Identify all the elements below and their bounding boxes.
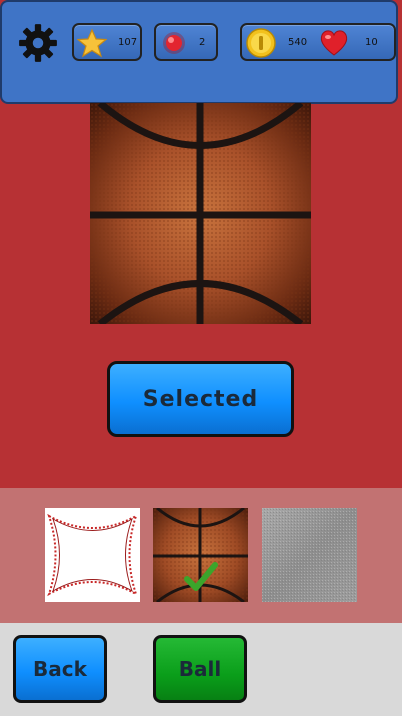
- gems-count: 2: [199, 37, 206, 48]
- gems-counter: 2: [154, 23, 218, 61]
- ball-button[interactable]: Ball: [153, 635, 247, 703]
- coins-lives-counter: 540 10: [240, 23, 396, 61]
- basketball-texture: [90, 103, 311, 324]
- bottom-bar: Back Ball: [0, 623, 402, 716]
- back-button[interactable]: Back: [13, 635, 107, 703]
- ball-option-baseball[interactable]: [45, 508, 140, 602]
- star-icon: [77, 28, 107, 58]
- ball-picker: [0, 488, 402, 623]
- coins-count: 540: [288, 37, 308, 48]
- lives-count: 10: [365, 37, 378, 48]
- metal-texture: [262, 508, 357, 602]
- ball-option-metal[interactable]: [262, 508, 357, 602]
- checkmark-icon: [184, 562, 218, 591]
- baseball-texture: [47, 513, 138, 597]
- stars-count: 107: [118, 37, 138, 48]
- ball-option-basketball[interactable]: [153, 508, 248, 602]
- selected-button[interactable]: Selected: [107, 361, 294, 437]
- stars-counter: 107: [72, 23, 142, 61]
- red-gem-icon: [163, 32, 185, 54]
- heart-icon: [320, 30, 348, 56]
- coin-icon: [246, 28, 276, 58]
- selected-ball-preview: [90, 103, 311, 324]
- top-bar: 107 2 540 10: [0, 0, 398, 104]
- gear-icon[interactable]: [17, 22, 59, 64]
